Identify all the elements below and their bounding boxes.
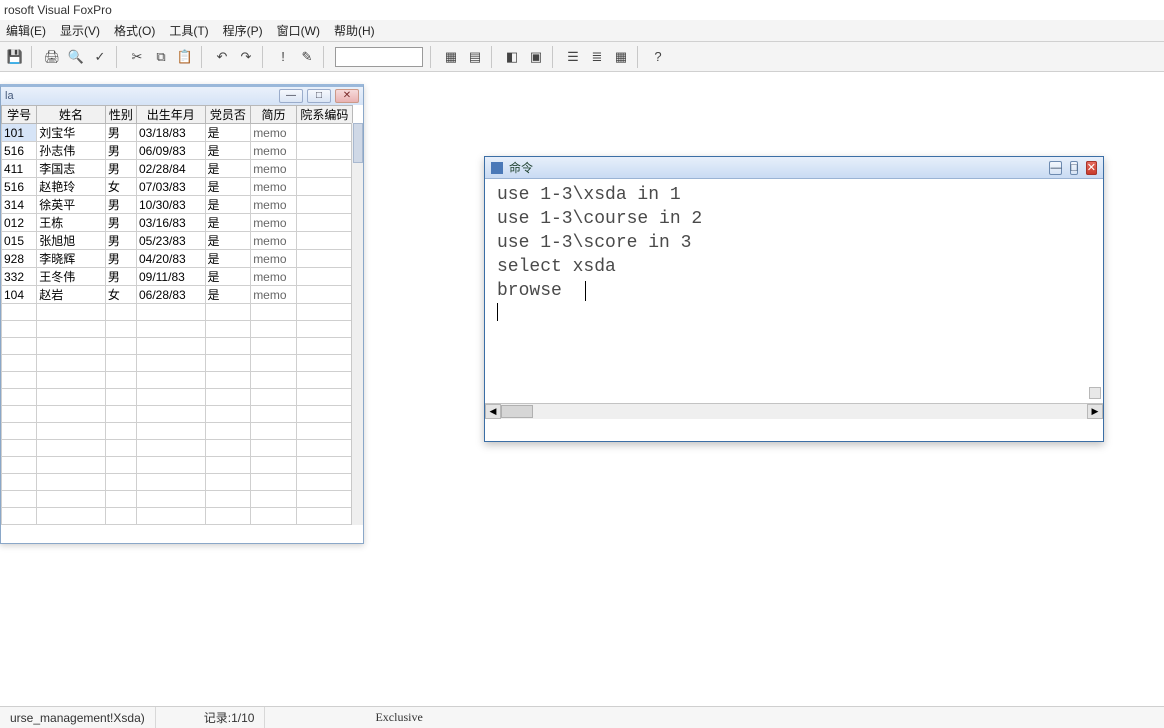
run-icon[interactable]: ! bbox=[272, 46, 294, 68]
scrollbar-thumb[interactable] bbox=[353, 123, 363, 163]
grid2-icon[interactable]: ▦ bbox=[610, 46, 632, 68]
table-row[interactable]: 411李国志男02/28/84是memo bbox=[2, 160, 353, 178]
app-title: rosoft Visual FoxPro bbox=[0, 0, 1164, 20]
save-icon[interactable]: 💾 bbox=[4, 46, 26, 68]
status-record-label: 记录: bbox=[204, 709, 231, 726]
table-row[interactable]: . bbox=[2, 321, 353, 338]
table-row[interactable]: 516赵艳玲女07/03/83是memo bbox=[2, 178, 353, 196]
col-party[interactable]: 党员否 bbox=[205, 106, 251, 124]
database-combo[interactable] bbox=[335, 47, 423, 67]
command-close-button[interactable]: ✕ bbox=[1086, 161, 1097, 175]
table-row[interactable]: . bbox=[2, 457, 353, 474]
browse-close-button[interactable]: ✕ bbox=[335, 89, 359, 103]
menu-help[interactable]: 帮助(H) bbox=[334, 22, 375, 39]
table-row[interactable]: . bbox=[2, 355, 353, 372]
modify-icon[interactable]: ✎ bbox=[296, 46, 318, 68]
table-row[interactable]: . bbox=[2, 525, 353, 526]
preview-icon[interactable]: 🔍 bbox=[65, 46, 87, 68]
command-icon bbox=[491, 162, 503, 174]
copy-icon[interactable]: ⧉ bbox=[150, 46, 172, 68]
grid-header-row: 学号 姓名 性别 出生年月 党员否 简历 院系编码 bbox=[2, 106, 353, 124]
table-row[interactable]: . bbox=[2, 338, 353, 355]
menu-format[interactable]: 格式(O) bbox=[114, 22, 155, 39]
hscroll-left-icon[interactable]: ◀ bbox=[485, 404, 501, 419]
toolbar: 💾 🖨 🔍 ✓ ✂ ⧉ 📋 ↶ ↷ ! ✎ ▦ ▤ ◧ ▣ ☰ ≣ ▦ ? bbox=[0, 42, 1164, 72]
table-row[interactable]: . bbox=[2, 304, 353, 321]
grid1-icon[interactable]: ≣ bbox=[586, 46, 608, 68]
undo-icon[interactable]: ↶ bbox=[211, 46, 233, 68]
report-icon[interactable]: ☰ bbox=[562, 46, 584, 68]
menu-view[interactable]: 显示(V) bbox=[60, 22, 100, 39]
command-max-button[interactable]: □ bbox=[1070, 161, 1079, 175]
browse-title-text: la bbox=[5, 90, 14, 102]
table-row[interactable]: . bbox=[2, 406, 353, 423]
command-resize-grip[interactable] bbox=[1089, 387, 1101, 399]
redo-icon[interactable]: ↷ bbox=[235, 46, 257, 68]
table-row[interactable]: . bbox=[2, 372, 353, 389]
command-title-text: 命令 bbox=[509, 159, 533, 176]
menu-window[interactable]: 窗口(W) bbox=[277, 22, 320, 39]
form-icon[interactable]: ▣ bbox=[525, 46, 547, 68]
command-min-button[interactable]: — bbox=[1049, 161, 1062, 175]
browse-min-button[interactable]: — bbox=[279, 89, 303, 103]
status-source: urse_management!Xsda) bbox=[0, 707, 156, 728]
table-row[interactable]: 314徐英平男10/30/83是memo bbox=[2, 196, 353, 214]
col-name[interactable]: 姓名 bbox=[37, 106, 106, 124]
hscroll-right-icon[interactable]: ▶ bbox=[1087, 404, 1103, 419]
status-record-value: 1/10 bbox=[231, 711, 254, 725]
menu-program[interactable]: 程序(P) bbox=[223, 22, 263, 39]
status-exclusive: Exclusive bbox=[365, 707, 432, 728]
table-row[interactable]: 101刘宝华男03/18/83是memo bbox=[2, 124, 353, 142]
table-row[interactable]: 332王冬伟男09/11/83是memo bbox=[2, 268, 353, 286]
browse-window[interactable]: la — □ ✕ 学号 姓名 性别 出生年月 bbox=[0, 84, 364, 544]
col-memo[interactable]: 简历 bbox=[251, 106, 297, 124]
paste-icon[interactable]: 📋 bbox=[174, 46, 196, 68]
hscroll-track[interactable] bbox=[501, 404, 1087, 419]
command-text[interactable]: use 1-3\xsda in 1 use 1-3\course in 2 us… bbox=[485, 179, 1103, 333]
browse-vscrollbar[interactable] bbox=[351, 123, 363, 525]
statusbar: urse_management!Xsda) 记录: 1/10 Exclusive bbox=[0, 706, 1164, 728]
col-dob[interactable]: 出生年月 bbox=[136, 106, 205, 124]
cut-icon[interactable]: ✂ bbox=[126, 46, 148, 68]
table-row[interactable]: 928李晓辉男04/20/83是memo bbox=[2, 250, 353, 268]
window3-icon[interactable]: ◧ bbox=[501, 46, 523, 68]
table-row[interactable]: . bbox=[2, 508, 353, 525]
command-titlebar[interactable]: 命令 — □ ✕ bbox=[485, 157, 1103, 179]
table-row[interactable]: 012王栋男03/16/83是memo bbox=[2, 214, 353, 232]
help-icon[interactable]: ? bbox=[647, 46, 669, 68]
workspace: la — □ ✕ 学号 姓名 性别 出生年月 bbox=[0, 74, 1164, 698]
table-row[interactable]: 015张旭旭男05/23/83是memo bbox=[2, 232, 353, 250]
table-row[interactable]: 516孙志伟男06/09/83是memo bbox=[2, 142, 353, 160]
command-hscrollbar[interactable]: ◀ ▶ bbox=[485, 403, 1103, 419]
table-row[interactable]: . bbox=[2, 474, 353, 491]
hscroll-thumb[interactable] bbox=[501, 405, 533, 418]
browse-grid[interactable]: 学号 姓名 性别 出生年月 党员否 简历 院系编码 101刘宝华男03/18/8… bbox=[1, 105, 363, 525]
command-window[interactable]: 命令 — □ ✕ use 1-3\xsda in 1 use 1-3\cours… bbox=[484, 156, 1104, 442]
col-sex[interactable]: 性别 bbox=[105, 106, 136, 124]
window1-icon[interactable]: ▦ bbox=[440, 46, 462, 68]
browse-max-button[interactable]: □ bbox=[307, 89, 331, 103]
table-row[interactable]: . bbox=[2, 491, 353, 508]
menubar: 编辑(E) 显示(V) 格式(O) 工具(T) 程序(P) 窗口(W) 帮助(H… bbox=[0, 20, 1164, 42]
browse-titlebar[interactable]: la — □ ✕ bbox=[1, 87, 363, 105]
menu-tools[interactable]: 工具(T) bbox=[169, 22, 208, 39]
table-row[interactable]: . bbox=[2, 423, 353, 440]
table-row[interactable]: 104赵岩女06/28/83是memo bbox=[2, 286, 353, 304]
print-icon[interactable]: 🖨 bbox=[41, 46, 63, 68]
col-id[interactable]: 学号 bbox=[2, 106, 37, 124]
table-row[interactable]: . bbox=[2, 440, 353, 457]
menu-edit[interactable]: 编辑(E) bbox=[6, 22, 46, 39]
status-record: 记录: 1/10 bbox=[194, 707, 266, 728]
spell-icon[interactable]: ✓ bbox=[89, 46, 111, 68]
col-dept[interactable]: 院系编码 bbox=[296, 106, 352, 124]
window2-icon[interactable]: ▤ bbox=[464, 46, 486, 68]
table-row[interactable]: . bbox=[2, 389, 353, 406]
